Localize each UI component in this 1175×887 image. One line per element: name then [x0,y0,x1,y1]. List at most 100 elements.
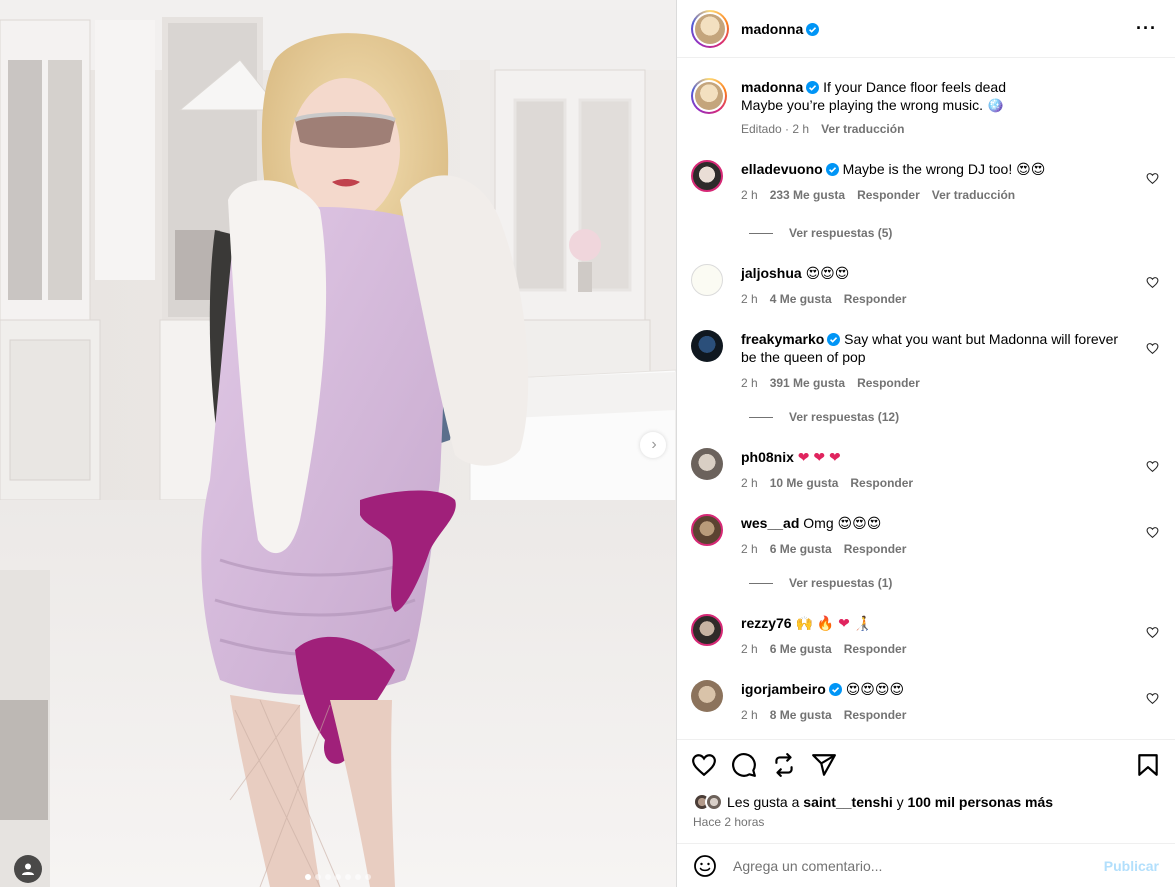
like-comment-icon[interactable] [1146,692,1159,705]
liker-avatar [705,793,723,811]
reply-button[interactable]: Responder [844,540,907,558]
more-options-icon[interactable]: ··· [1136,18,1161,39]
translate-link[interactable]: Ver traducción [821,120,904,138]
commenter-username[interactable]: rezzy76 [741,615,792,631]
emoji-icon[interactable] [693,854,717,878]
like-comment-icon[interactable] [1146,526,1159,539]
like-comment-icon[interactable] [1146,626,1159,639]
verified-icon [827,333,841,346]
comments-list: madonna If your Dance floor feels dead M… [677,58,1175,739]
commenter-username[interactable]: jaljoshua [741,265,802,281]
heart-eyes-emoji: 😍😍😍 [837,515,882,531]
reply-button[interactable]: Responder [844,706,907,724]
author-username[interactable]: madonna [741,21,820,37]
comment-item: rezzy76 🙌 🔥 ❤ 🧑‍🦯 2 h 6 Me gusta Respond… [691,614,1161,658]
commenter-username[interactable]: igorjambeiro [741,681,826,697]
caption-text: Maybe you’re playing the wrong music. 🪩 [741,97,1005,113]
next-photo-button[interactable]: › [640,432,666,458]
commenter-username[interactable]: freakymarko [741,331,824,347]
commenter-avatar[interactable] [691,514,723,546]
reply-button[interactable]: Responder [850,474,913,492]
post-photo [0,0,676,887]
post-side-panel: madonna ··· madonna If your Dance floor … [676,0,1175,887]
author-avatar[interactable] [691,9,729,48]
reply-button[interactable]: Responder [857,186,920,204]
translate-link[interactable]: Ver traducción [932,186,1015,204]
comment-item: igorjambeiro 😍😍😍😍 2 h 8 Me gusta Respond… [691,680,1161,724]
view-replies-button[interactable]: Ver respuestas (5) [749,226,892,240]
save-icon[interactable] [1135,752,1161,778]
comment-time: 2 h [741,642,758,656]
carousel-dot [305,874,311,880]
comment-likes[interactable]: 4 Me gusta [770,290,832,308]
reply-button[interactable]: Responder [857,374,920,392]
comment-likes[interactable]: 391 Me gusta [770,374,845,392]
next-arrow-icon: › [651,436,657,453]
comment-text: Say what you want but Madonna will forev… [844,331,1119,347]
repost-icon[interactable] [771,752,797,778]
verified-icon [806,81,820,94]
author-avatar[interactable] [691,78,727,114]
post-caption: madonna If your Dance floor feels dead M… [691,78,1161,138]
carousel-dot [345,874,351,880]
comment-text: be the queen of pop [741,349,866,365]
like-comment-icon[interactable] [1146,342,1159,355]
commenter-username[interactable]: wes__ad [741,515,799,531]
reply-button[interactable]: Responder [844,290,907,308]
posted-time: Hace 2 horas [693,815,765,829]
like-comment-icon[interactable] [1146,172,1159,185]
comment-time: 2 h [741,292,758,306]
commenter-avatar[interactable] [691,680,723,712]
comment-time: 2 h [741,188,758,202]
view-replies-button[interactable]: Ver respuestas (12) [749,410,899,424]
reply-button[interactable]: Responder [844,640,907,658]
carousel-dot [325,874,331,880]
user-tag-button[interactable] [14,855,42,883]
commenter-username[interactable]: elladevuono [741,161,823,177]
red-heart-emoji: ❤ ❤ ❤ [797,449,841,465]
carousel-dot [365,874,371,880]
comment-likes[interactable]: 6 Me gusta [770,540,832,558]
liker-username[interactable]: saint__tenshi [803,794,892,810]
verified-icon [806,22,820,36]
heart-eyes-emoji: 😍😍😍 [805,265,850,281]
heart-icon[interactable] [691,752,717,778]
commenter-avatar[interactable] [691,614,723,646]
comment-item: wes__ad Omg 😍😍😍 2 h 6 Me gusta Responder [691,514,1161,558]
commenter-avatar[interactable] [691,160,723,192]
comment-item: ph08nix ❤ ❤ ❤ 2 h 10 Me gusta Responder [691,448,1161,492]
verified-icon [828,683,842,696]
comment-text: Maybe is the wrong DJ too! [842,161,1013,177]
post-media: › [0,0,676,887]
heart-eyes-emoji: 😍😍 [1016,161,1046,177]
share-icon[interactable] [811,752,837,778]
commenter-avatar[interactable] [691,264,723,296]
likes-prefix: Les gusta a [727,794,800,810]
heart-eyes-emoji: 😍😍😍😍 [845,681,905,697]
commenter-username[interactable]: ph08nix [741,449,794,465]
post-actions [677,739,1175,789]
verified-icon [825,163,839,176]
like-comment-icon[interactable] [1146,276,1159,289]
carousel-dot [335,874,341,880]
view-replies-button[interactable]: Ver respuestas (1) [749,576,892,590]
caption-username[interactable]: madonna [741,79,803,95]
comment-item: jaljoshua 😍😍😍 2 h 4 Me gusta Responder [691,264,1161,308]
comment-icon[interactable] [731,752,757,778]
comment-time: 2 h [741,476,758,490]
like-comment-icon[interactable] [1146,460,1159,473]
commenter-avatar[interactable] [691,448,723,480]
comment-likes[interactable]: 233 Me gusta [770,186,845,204]
post-time: 2 h [792,122,810,136]
likes-count[interactable]: 100 mil personas más [908,794,1054,810]
comment-item: freakymarko Say what you want but Madonn… [691,330,1161,392]
comment-likes[interactable]: 8 Me gusta [770,706,832,724]
edited-label: Editado [741,122,782,136]
comment-likes[interactable]: 10 Me gusta [770,474,839,492]
comment-likes[interactable]: 6 Me gusta [770,640,832,658]
caption-text: If your Dance floor feels dead [823,79,1007,95]
likes-summary: Les gusta a saint__tenshi y 100 mil pers… [677,789,1175,815]
publish-button[interactable]: Publicar [1104,858,1159,874]
comment-input[interactable] [733,857,1104,874]
commenter-avatar[interactable] [691,330,723,362]
